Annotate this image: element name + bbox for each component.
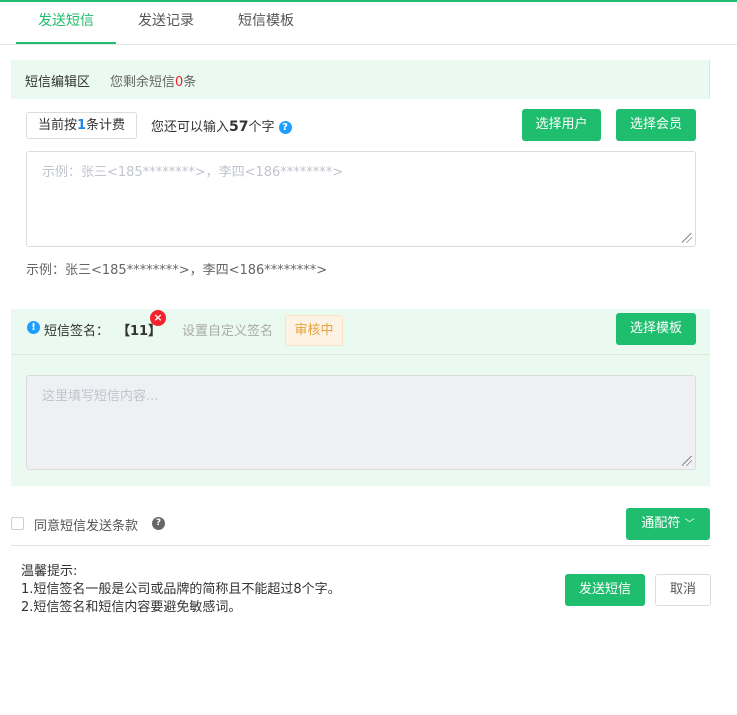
status-badge: 审核中	[285, 315, 343, 346]
billing-indicator: 当前按1条计费	[26, 112, 137, 139]
wildcard-button[interactable]: 通配符 ﹀	[626, 508, 710, 540]
help-icon[interactable]: ?	[278, 121, 292, 134]
resize-handle-icon[interactable]	[682, 233, 692, 243]
info-icon: !	[27, 321, 40, 334]
recipients-input[interactable]: 示例：张三<185********>，李四<186********>	[26, 151, 696, 247]
editor-title: 短信编辑区	[25, 75, 91, 90]
editor-header: 短信编辑区 您剩余短信0条	[11, 60, 710, 99]
sms-content-placeholder: 这里填写短信内容...	[42, 389, 159, 404]
remove-signature-icon[interactable]: ×	[150, 310, 166, 326]
char-remaining: 您还可以输入57个字?	[151, 116, 292, 135]
billing-count: 1	[76, 118, 87, 133]
recipients-example: 示例：张三<185********>，李四<186********>	[26, 263, 328, 278]
remaining-sms: 您剩余短信0条	[110, 75, 197, 90]
select-member-button[interactable]: 选择会员	[616, 109, 696, 141]
chevron-down-icon: ﹀	[684, 519, 695, 530]
wildcard-label: 通配符	[641, 516, 681, 531]
select-template-button[interactable]: 选择模板	[616, 313, 696, 345]
question-icon[interactable]: ?	[152, 517, 165, 530]
custom-signature-link[interactable]: 设置自定义签名	[182, 320, 273, 339]
select-user-button[interactable]: 选择用户	[522, 109, 601, 141]
agree-row: 同意短信发送条款 ? 通配符 ﹀	[11, 507, 710, 545]
tab-sms-templates[interactable]: 短信模板	[216, 2, 316, 44]
sms-content-input[interactable]: 这里填写短信内容...	[26, 375, 696, 470]
tips-title: 温馨提示:	[21, 564, 78, 579]
divider	[11, 545, 710, 546]
resize-handle-icon[interactable]	[682, 456, 692, 466]
cancel-button[interactable]: 取消	[655, 574, 711, 606]
signature-label: 短信签名：	[44, 324, 110, 339]
tips: 温馨提示: 1.短信签名一般是公司或品牌的简称且不能超过8个字。 2.短信签名和…	[21, 563, 341, 617]
recipients-placeholder: 示例：张三<185********>，李四<186********>	[42, 165, 344, 180]
section-divider	[11, 354, 710, 355]
tips-line-1: 1.短信签名一般是公司或品牌的简称且不能超过8个字。	[21, 582, 341, 597]
signature-section: ! 短信签名： 【11】 × 设置自定义签名 审核中 选择模板 这里填写短信内容…	[11, 309, 710, 486]
tips-line-2: 2.短信签名和短信内容要避免敏感词。	[21, 600, 242, 615]
tab-send-history[interactable]: 发送记录	[116, 2, 216, 44]
char-count: 57	[229, 119, 249, 135]
tab-bar: 发送短信 发送记录 短信模板	[0, 2, 737, 45]
tab-send-sms[interactable]: 发送短信	[16, 2, 116, 44]
agree-label[interactable]: 同意短信发送条款	[34, 515, 138, 534]
send-button[interactable]: 发送短信	[565, 574, 645, 606]
agree-checkbox[interactable]	[11, 517, 24, 530]
